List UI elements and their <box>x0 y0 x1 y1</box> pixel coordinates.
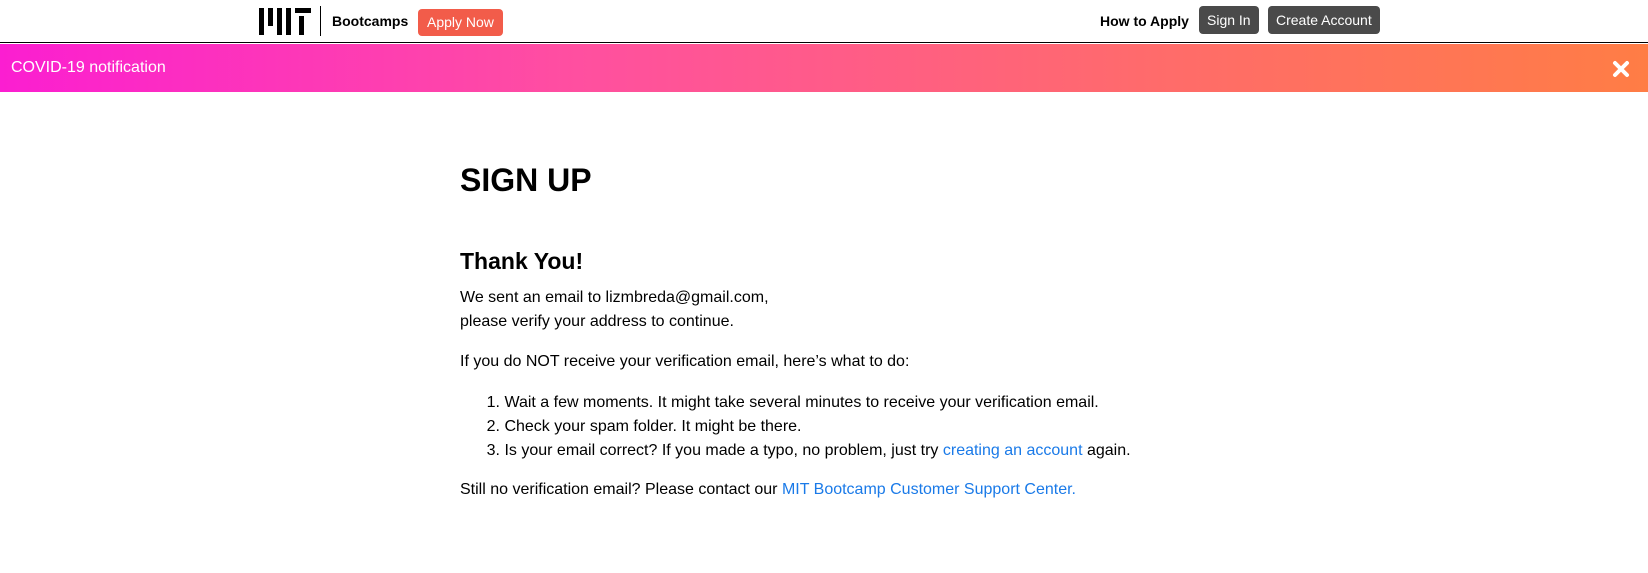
top-navigation: Bootcamps Apply Now How to Apply Sign In… <box>0 0 1648 43</box>
list-item: 1. Wait a few moments. It might take sev… <box>460 391 1131 415</box>
sent-email-text: We sent an email to lizmbreda@gmail.com, <box>460 289 769 306</box>
list-item: 3. Is your email correct? If you made a … <box>460 439 1131 463</box>
logo-divider <box>320 6 321 36</box>
verify-address-text: please verify your address to continue. <box>460 313 734 330</box>
steps-list: 1. Wait a few moments. It might take sev… <box>460 391 1131 463</box>
support-text: Still no verification email? Please cont… <box>460 480 1076 499</box>
creating-account-link[interactable]: creating an account <box>943 442 1083 459</box>
list-item: 2. Check your spam folder. It might be t… <box>460 415 1131 439</box>
step-number: 1. <box>486 394 500 411</box>
brand-bootcamps[interactable]: Bootcamps <box>332 13 408 30</box>
covid-notification-link[interactable]: COVID-19 notification <box>11 59 166 77</box>
support-center-link[interactable]: MIT Bootcamp Customer Support Center. <box>782 481 1076 498</box>
sign-in-button[interactable]: Sign In <box>1199 6 1259 34</box>
thank-you-heading: Thank You! <box>460 248 584 274</box>
step-number: 2. <box>486 418 500 435</box>
support-prefix: Still no verification email? Please cont… <box>460 481 782 498</box>
mit-logo[interactable] <box>259 8 311 35</box>
apply-now-button[interactable]: Apply Now <box>418 9 503 36</box>
close-icon[interactable] <box>1612 60 1630 78</box>
covid-banner: COVID-19 notification <box>0 44 1648 92</box>
step-text: Is your email correct? If you made a typ… <box>504 442 943 459</box>
step-text: Wait a few moments. It might take severa… <box>504 394 1099 411</box>
instructions-intro: If you do NOT receive your verification … <box>460 353 910 370</box>
create-account-button[interactable]: Create Account <box>1268 6 1380 34</box>
page-title: SIGN UP <box>460 162 592 198</box>
step-number: 3. <box>486 442 500 459</box>
step-text: Check your spam folder. It might be ther… <box>504 418 802 435</box>
step-text-end: again. <box>1082 442 1131 459</box>
how-to-apply-link[interactable]: How to Apply <box>1100 13 1189 30</box>
